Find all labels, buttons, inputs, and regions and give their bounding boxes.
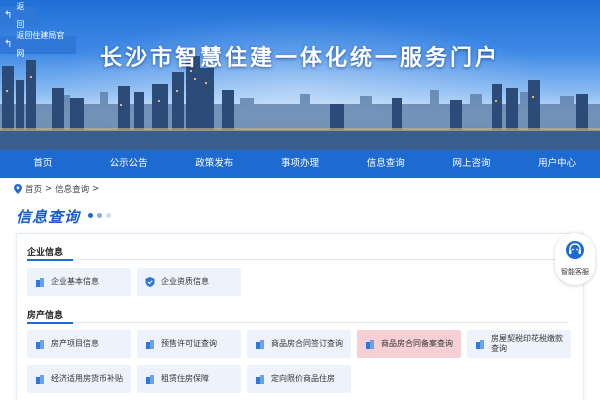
building-icon: [256, 375, 264, 384]
building-icon: [36, 375, 44, 384]
card-property-project-info[interactable]: 房产项目信息: [27, 330, 131, 358]
smart-service-widget[interactable]: 智能客服: [555, 233, 595, 285]
site-title: 长沙市智慧住建一体化统一服务门户: [99, 46, 500, 71]
card-label: 房屋契税印花税缴款 查询: [491, 334, 563, 354]
group-title-property: 房产信息: [27, 311, 64, 321]
card-presale-permit-query[interactable]: 预售许可证查询: [137, 330, 241, 358]
breadcrumb-home[interactable]: 首页: [25, 183, 42, 195]
decoration-dot: [97, 213, 102, 218]
card-label: 定向限价商品住房: [271, 374, 335, 383]
card-label-line: 查询: [491, 344, 507, 353]
card-label: 经济适用房货币补贴: [51, 374, 123, 383]
nav-item-user-center[interactable]: 用户中心: [514, 150, 600, 178]
group-divider: [27, 322, 569, 324]
breadcrumb-current[interactable]: 信息查询: [55, 183, 89, 195]
query-panel: 企业信息 企业基本信息 企业资质信息 房产信息 房产项目信息 预售许可证查询 商…: [16, 233, 584, 400]
card-contract-signing-query[interactable]: 商品房合同签订查询: [247, 330, 351, 358]
nav-item-policy[interactable]: 政策发布: [171, 150, 257, 178]
back-arrow-icon: ↰: [4, 39, 13, 50]
card-contract-filing-query[interactable]: 商品房合同备案查询: [357, 330, 461, 358]
card-deed-tax-payment-query[interactable]: 房屋契税印花税缴款 查询: [467, 330, 571, 358]
card-label-line: 房屋契税印花税缴款: [491, 334, 563, 343]
back-button[interactable]: ↰ 返回: [0, 2, 36, 29]
headset-icon: [566, 241, 584, 259]
group-divider-accent: [27, 322, 73, 324]
back-to-site-label: 返回住建局官网: [16, 31, 65, 58]
nav-item-home[interactable]: 首页: [0, 150, 86, 178]
header-banner: 长沙市智慧住建一体化统一服务门户 ↰ 返回 ↰ 返回住建局官网: [0, 0, 600, 150]
card-affordable-housing-subsidy[interactable]: 经济适用房货币补贴: [27, 365, 131, 393]
decoration-dot: [88, 213, 93, 218]
nav-item-announcements[interactable]: 公示公告: [86, 150, 172, 178]
card-label: 预售许可证查询: [161, 339, 217, 348]
card-label: 商品房合同备案查询: [381, 339, 453, 348]
card-label: 租赁住房保障: [161, 374, 209, 383]
building-icon: [256, 340, 264, 349]
back-to-site-button[interactable]: ↰ 返回住建局官网: [0, 31, 76, 58]
building-icon: [366, 340, 374, 349]
location-pin-icon: [14, 184, 22, 194]
city-skyline-image: [0, 56, 600, 150]
card-enterprise-basic-info[interactable]: 企业基本信息: [27, 268, 131, 296]
building-icon: [146, 375, 154, 384]
building-icon: [36, 340, 44, 349]
card-price-limited-housing[interactable]: 定向限价商品住房: [247, 365, 351, 393]
building-icon: [476, 340, 484, 349]
nav-item-info-query[interactable]: 信息查询: [343, 150, 429, 178]
back-arrow-icon: ↰: [4, 10, 13, 21]
nav-item-services[interactable]: 事项办理: [257, 150, 343, 178]
breadcrumb: 首页 > 信息查询 >: [14, 182, 99, 196]
nav-item-consult[interactable]: 网上咨询: [429, 150, 515, 178]
card-rental-housing-security[interactable]: 租赁住房保障: [137, 365, 241, 393]
card-enterprise-qualification[interactable]: 企业资质信息: [137, 268, 241, 296]
breadcrumb-separator: >: [45, 184, 53, 194]
smart-service-label: 智能客服: [561, 268, 589, 276]
decoration-dot: [106, 213, 111, 218]
breadcrumb-separator: >: [92, 184, 100, 194]
section-title: 信息查询: [16, 208, 81, 226]
building-icon: [36, 278, 44, 287]
group-divider-accent: [27, 259, 73, 261]
card-label: 企业资质信息: [161, 277, 209, 286]
group-divider: [27, 259, 569, 261]
card-label: 企业基本信息: [51, 277, 99, 286]
shield-icon: [145, 277, 155, 287]
card-label: 商品房合同签订查询: [271, 339, 343, 348]
building-icon: [146, 340, 154, 349]
card-label: 房产项目信息: [51, 339, 99, 348]
section-decoration: [88, 213, 111, 218]
group-title-enterprise: 企业信息: [27, 248, 64, 258]
main-nav: 首页 公示公告 政策发布 事项办理 信息查询 网上咨询 用户中心: [0, 150, 600, 178]
